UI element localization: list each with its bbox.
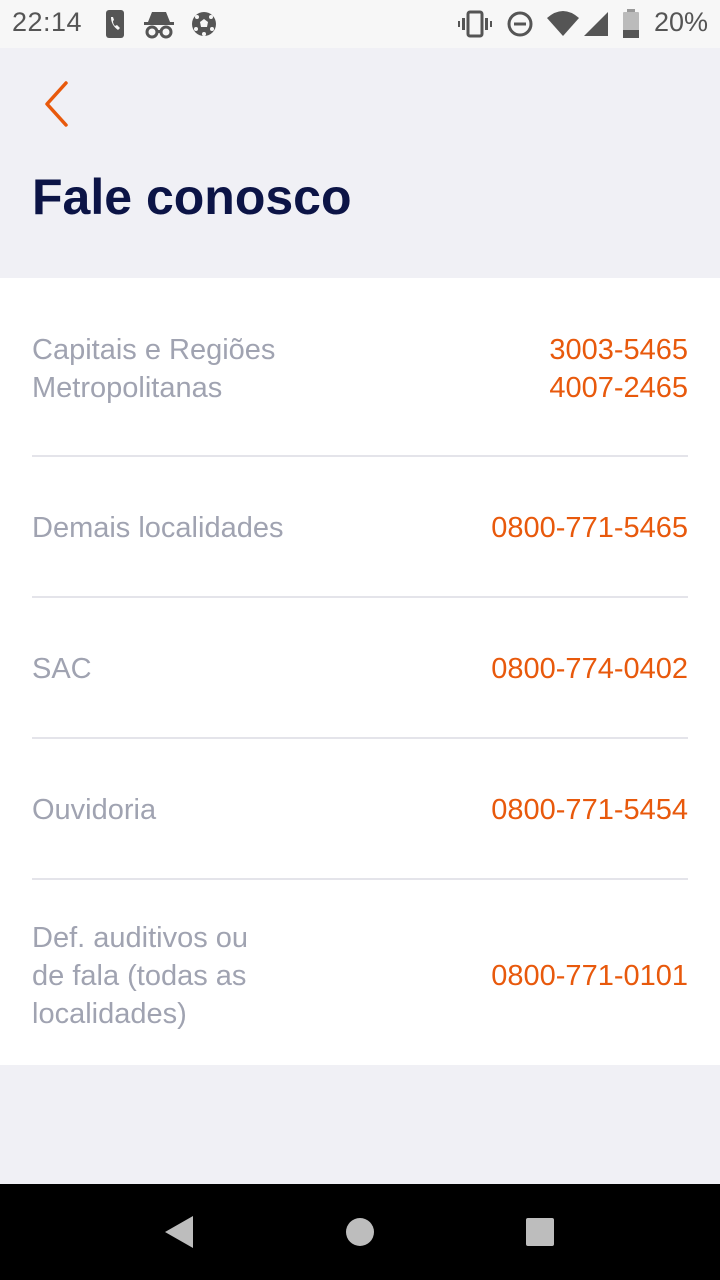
- navigation-bar: [0, 1184, 720, 1280]
- signal-icon: [584, 12, 608, 36]
- battery-percent: 20%: [653, 7, 708, 37]
- contact-label: Def. auditivos ou de fala (todas as loca…: [32, 919, 248, 1033]
- contact-phones: 0800-774-0402: [491, 650, 688, 688]
- phone-link[interactable]: 0800-771-5465: [491, 509, 688, 547]
- contact-row-demais: Demais localidades 0800-771-5465: [32, 508, 688, 548]
- back-triangle-icon: [165, 1216, 193, 1248]
- divider: [32, 878, 688, 880]
- wifi-icon: [547, 11, 579, 36]
- phone-link[interactable]: 4007-2465: [549, 369, 688, 407]
- label-line: localidades): [32, 998, 187, 1030]
- contact-row-capitais: Capitais e Regiões Metropolitanas 3003-5…: [32, 328, 688, 410]
- contact-label: Demais localidades: [32, 512, 284, 544]
- contact-phones: 3003-5465 4007-2465: [549, 331, 688, 407]
- contact-row-sac: SAC 0800-774-0402: [32, 649, 688, 689]
- back-button[interactable]: [30, 76, 82, 132]
- do-not-disturb-icon: [507, 11, 533, 37]
- contact-phones: 0800-771-5454: [491, 791, 688, 829]
- divider: [32, 737, 688, 739]
- phone-link[interactable]: 0800-774-0402: [491, 650, 688, 688]
- label-line: Capitais e Regiões: [32, 334, 276, 366]
- divider: [32, 455, 688, 457]
- label-line: Def. auditivos ou: [32, 922, 249, 954]
- phone-link[interactable]: 0800-771-5454: [491, 791, 688, 829]
- contact-label: Ouvidoria: [32, 794, 157, 826]
- page-title: Fale conosco: [32, 169, 352, 225]
- recents-square-icon: [526, 1218, 554, 1246]
- contact-row-def-auditivos: Def. auditivos ou de fala (todas as loca…: [32, 916, 688, 1036]
- nav-back-button[interactable]: [140, 1184, 220, 1280]
- contact-row-ouvidoria: Ouvidoria 0800-771-5454: [32, 790, 688, 830]
- label-line: Metropolitanas: [32, 372, 223, 404]
- status-time: 22:14: [12, 7, 83, 37]
- label-line: de fala (todas as: [32, 960, 247, 992]
- incognito-icon: [144, 12, 174, 39]
- battery-icon: [623, 9, 639, 38]
- nav-home-button[interactable]: [320, 1184, 400, 1280]
- contact-label: Capitais e Regiões Metropolitanas: [32, 331, 275, 407]
- phone-link[interactable]: 3003-5465: [549, 331, 688, 369]
- divider: [32, 596, 688, 598]
- contact-list: Capitais e Regiões Metropolitanas 3003-5…: [0, 278, 720, 1065]
- contact-label: SAC: [32, 653, 92, 685]
- header: Fale conosco: [0, 48, 720, 278]
- phone-icon: [106, 10, 124, 38]
- soccer-ball-icon: [192, 12, 216, 36]
- contact-phones: 0800-771-5465: [491, 509, 688, 547]
- home-circle-icon: [346, 1218, 374, 1246]
- chevron-left-icon: [45, 81, 68, 127]
- nav-recents-button[interactable]: [500, 1184, 580, 1280]
- contact-phones: 0800-771-0101: [491, 957, 688, 995]
- status-bar: 22:14 20%: [0, 0, 720, 48]
- vibrate-icon: [458, 10, 492, 38]
- phone-link[interactable]: 0800-771-0101: [491, 957, 688, 995]
